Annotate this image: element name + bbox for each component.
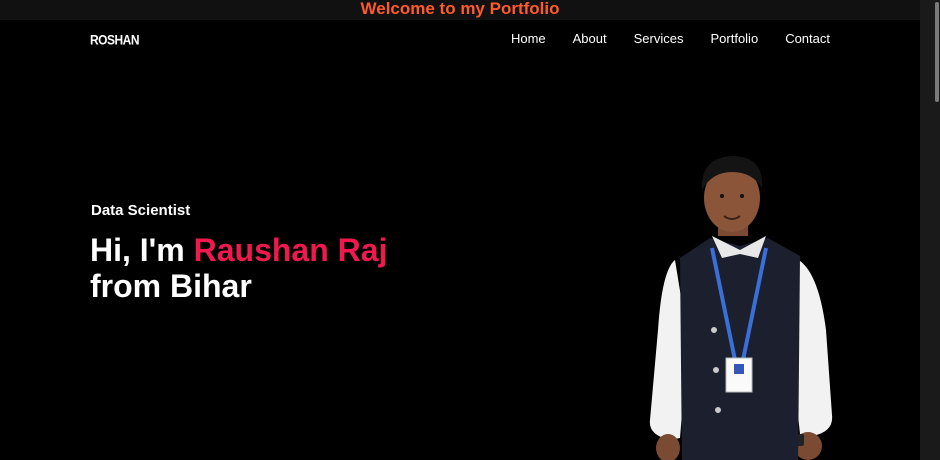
hero-greeting: Hi, I'm	[90, 232, 194, 268]
hero-title: Hi, I'm Raushan Raj from Bihar	[90, 232, 387, 304]
nav-services-link[interactable]: Services	[634, 31, 684, 46]
scrollbar[interactable]	[920, 0, 940, 460]
nav-menu: Home About Services Portfolio Contact	[484, 31, 830, 46]
welcome-banner: Welcome to my Portfolio	[0, 0, 920, 20]
nav-home-link[interactable]: Home	[511, 31, 546, 46]
logo[interactable]: ROSHAN	[90, 32, 140, 48]
nav-about-link[interactable]: About	[573, 31, 607, 46]
navbar: ROSHAN Home About Services Portfolio Con…	[0, 20, 920, 60]
hero-name: Raushan Raj	[193, 232, 388, 268]
banner-text: Welcome to my Portfolio	[360, 0, 560, 18]
portfolio-page: ROSHAN Home About Services Portfolio Con…	[0, 20, 920, 460]
nav-contact-link[interactable]: Contact	[785, 31, 830, 46]
nav-portfolio-link[interactable]: Portfolio	[710, 31, 758, 46]
hero-subtitle: Data Scientist	[91, 202, 191, 219]
scrollbar-thumb[interactable]	[935, 2, 939, 102]
profile-photo	[649, 156, 833, 460]
hero-location: from Bihar	[90, 268, 252, 304]
